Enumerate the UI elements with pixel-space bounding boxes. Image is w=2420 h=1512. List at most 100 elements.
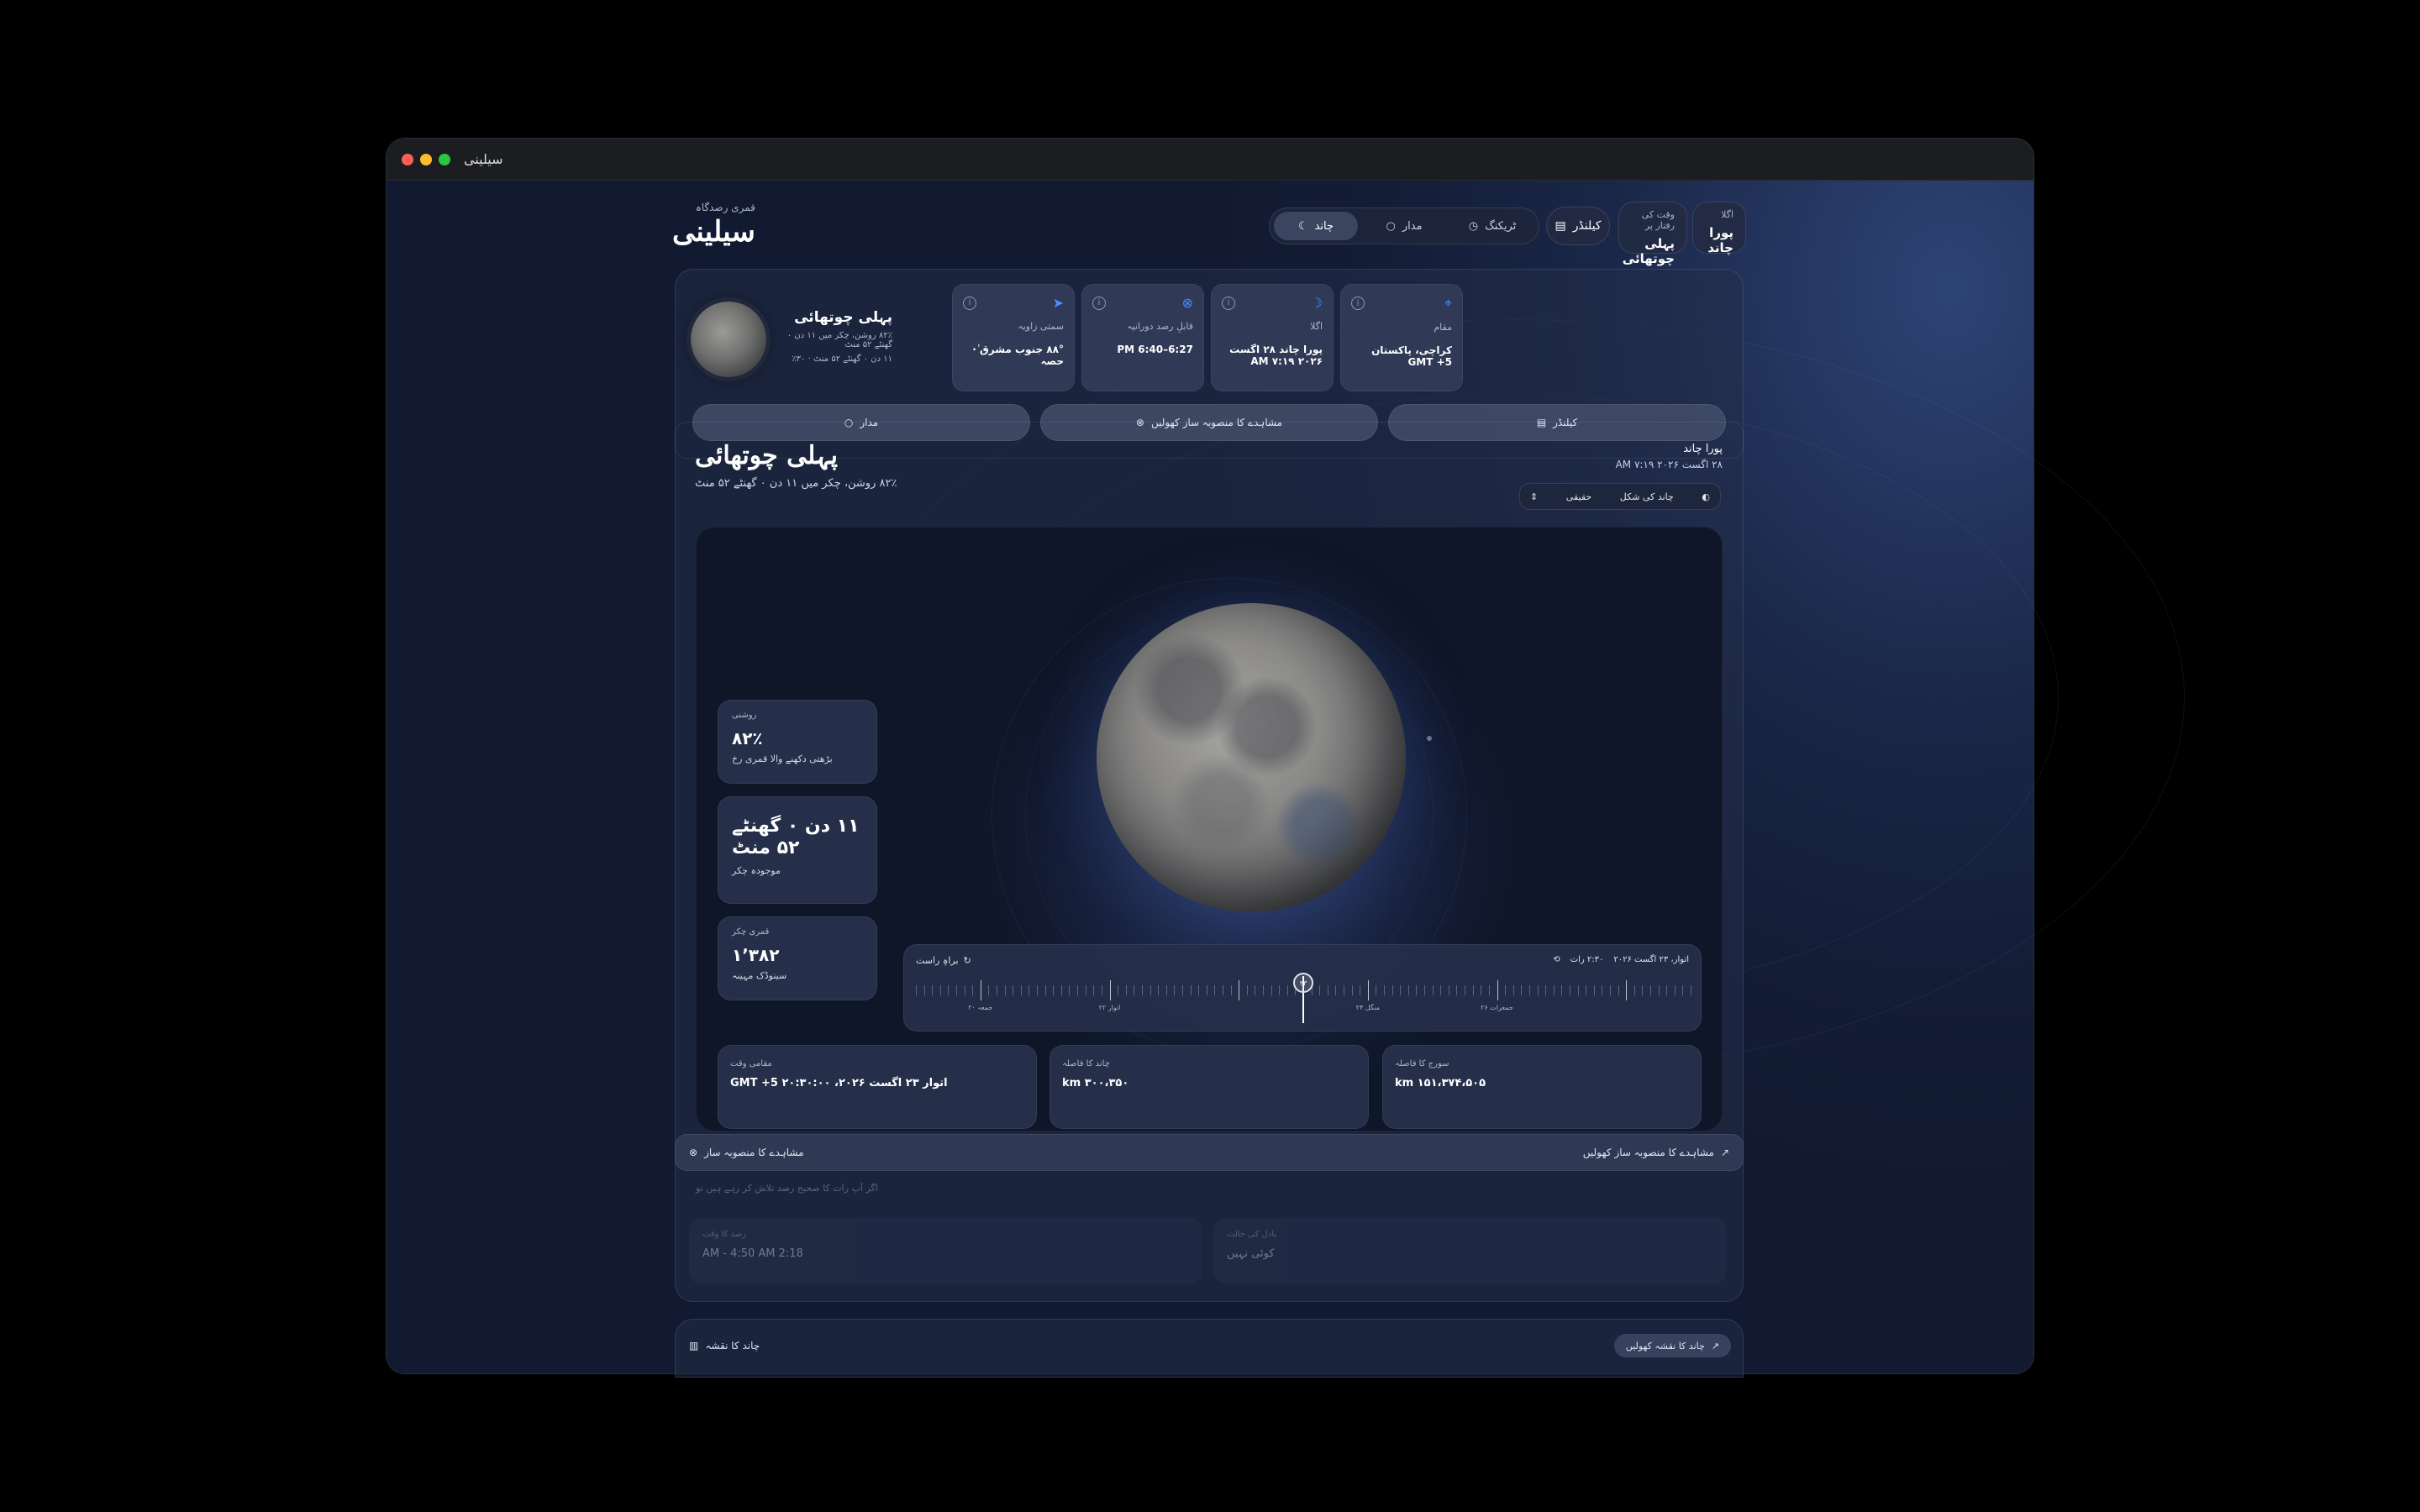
current-phase-box[interactable]: وقت کی رفتار پر پہلی چوتھائی [1618, 202, 1687, 266]
timeline-tick [1545, 985, 1547, 995]
timeline-tick [1440, 985, 1442, 995]
tab-orbit-label: مدار [1402, 219, 1423, 233]
timeline-tick [1658, 985, 1660, 995]
timeline-tick [1165, 985, 1167, 995]
timeline-tick [1230, 985, 1232, 995]
timeline-tick [1400, 985, 1402, 995]
timeline-tick [1642, 985, 1644, 995]
main-phase-title: پہلی چوتھائی [695, 441, 839, 470]
tab-orbit[interactable]: ○ مدار [1362, 212, 1446, 240]
brand-subtitle: قمری رصدگاہ [695, 202, 755, 213]
timeline-tick [1319, 985, 1321, 995]
brand: قمری رصدگاہ سیلینی [672, 202, 755, 249]
timeline-tick [1392, 985, 1393, 995]
info-card-next[interactable]: ☽ i اگلا پورا چاند ۲۸ اگست ۲۰۲۶ AM ۷:۱۹ [1211, 284, 1334, 391]
moon-style-select-value: حقیقی [1565, 491, 1592, 502]
timeline-tick [1044, 985, 1046, 995]
moon-map-title: چاند کا نقشہ [705, 1340, 760, 1352]
info-card-azimuth[interactable]: ➤ i سمتی زاویہ ۸۸° جنوب مشرق ٰ· حصہ [952, 284, 1075, 391]
stat-foot: بڑھتی دکھنے والا قمری رخ [732, 753, 833, 764]
timeline-readout: اتوار، ۲۳ اگست ۲۰۲۶ ۲:۳۰ رات ⟲ [1553, 955, 1689, 964]
sync-icon[interactable]: ⟲ [1553, 955, 1560, 964]
timeline-tick [939, 985, 941, 995]
timeline-tick-label: ۲۴ منگل [1355, 1004, 1380, 1011]
timeline-major-tick [1367, 980, 1369, 1000]
timeline-tick [1279, 985, 1281, 995]
timeline-tick [1553, 985, 1555, 995]
observation-window-label: رصد کا وقت [702, 1230, 747, 1239]
timeline-tick [1634, 985, 1635, 995]
moon-render[interactable] [1097, 603, 1406, 912]
calendar-icon: ▤ [1555, 219, 1566, 233]
open-moon-map-button[interactable]: چاند کا نقشہ کھولیں ↗ [1613, 1334, 1731, 1357]
chevron-updown-icon: ⇕ [1530, 491, 1539, 502]
timeline-tick [1262, 985, 1264, 995]
info-card-value: ۸۸° جنوب مشرق ٰ· حصہ [972, 344, 1064, 367]
info-card-location[interactable]: ⌖ i مقام کراچی، پاکستان GMT +5 [1340, 284, 1463, 391]
timeline-tick [948, 985, 950, 995]
brand-name: سیلینی [672, 215, 755, 249]
timeline-tick [1488, 985, 1490, 995]
zoom-window-button[interactable] [439, 154, 450, 165]
next-phase-box-value: پورا چاند [1707, 225, 1733, 255]
timeline-tick [1351, 985, 1353, 995]
timeline-tick [1593, 985, 1595, 995]
moon-style-select-label: چاند کی شکل [1619, 491, 1674, 502]
timeline-tick [1093, 985, 1095, 995]
info-icon[interactable]: i [1092, 296, 1106, 310]
timeline-tick [1069, 985, 1071, 995]
timeline-tick [1384, 985, 1386, 995]
live-button[interactable]: ↻ براہِ راست [916, 955, 971, 966]
timeline-tick [923, 985, 925, 995]
contrast-icon: ◐ [1702, 491, 1710, 502]
clock-icon: ◷ [1468, 219, 1479, 233]
orbit-marker [1427, 736, 1432, 741]
info-icon[interactable]: i [1351, 297, 1365, 310]
timeline-tick [1424, 985, 1426, 995]
timeline-tick [1674, 985, 1676, 995]
current-phase-box-label: وقت کی رفتار پر [1641, 209, 1675, 231]
timeline-tick [1521, 985, 1523, 995]
next-phase-box[interactable]: اگلا پورا چاند [1692, 202, 1746, 255]
timeline-tick [1666, 985, 1668, 995]
timeline-tick [932, 985, 934, 995]
timeline-tick-label: ۲۲ اتوار [1098, 1004, 1121, 1011]
observation-window-value: 2:18 AM - 4:50 AM [702, 1247, 803, 1260]
timeline-tick [1125, 985, 1127, 995]
orbit-icon: ○ [1386, 219, 1396, 233]
timeline-major-tick [1497, 980, 1498, 1000]
stat-card-illumination: روشنی ۸۲٪ بڑھتی دکھنے والا قمری رخ [718, 700, 877, 784]
info-icon[interactable]: i [1222, 296, 1235, 310]
info-icon[interactable]: i [963, 296, 976, 310]
tab-moon[interactable]: ☾ چاند [1274, 212, 1358, 240]
timeline-date: اتوار، ۲۳ اگست ۲۰۲۶ [1613, 955, 1689, 964]
timeline-tick [1528, 985, 1530, 995]
tab-tracking[interactable]: ◷ ٹریکنگ [1450, 212, 1534, 240]
window-title: سیلینی [464, 151, 503, 167]
open-planner-link[interactable]: مشاہدے کا منصوبہ ساز کھولیں ↗ [1583, 1147, 1729, 1158]
moon-thumbnail [691, 302, 766, 377]
close-window-button[interactable] [402, 154, 413, 165]
moon-up-icon: ☽ [1310, 295, 1323, 311]
info-card-visibility[interactable]: ⊗ i قابلِ رصد دورانیہ 6:27–6:40 PM [1081, 284, 1204, 391]
binoculars-icon: ⊗ [689, 1147, 698, 1158]
timeline-tick [1004, 985, 1006, 995]
info-card-label: اگلا [1310, 321, 1323, 332]
timeline-tick [1682, 985, 1684, 995]
calendar-button[interactable]: ▤ کیلنڈر [1546, 207, 1610, 245]
next-phase-info: پورا چاند ۲۸ اگست ۲۰۲۶ AM ۷:۱۹ [1521, 443, 1723, 470]
timeline-tick [1181, 985, 1183, 995]
phase-summary-line2: ۱۱ دن ۰ گھنٹے ۵۲ منٹ · ۳۰٪ [792, 354, 892, 364]
timeline-tick [1053, 985, 1055, 995]
stat-label: روشنی [732, 711, 757, 720]
timeline-tick [1505, 985, 1507, 995]
external-link-icon: ↗ [1720, 1147, 1729, 1158]
visibility-card: بادل کی حالت کوئی نہیں [1213, 1218, 1726, 1284]
timeline-cursor-knob[interactable]: ۲۳ [1293, 973, 1313, 993]
minimize-window-button[interactable] [420, 154, 432, 165]
moon-style-select[interactable]: ◐ چاند کی شکل حقیقی ⇕ [1519, 483, 1721, 510]
timeline-tick [1537, 985, 1539, 995]
timeline-tick [1286, 985, 1288, 995]
calendar-button-label: کیلنڈر [1572, 219, 1602, 233]
tab-moon-label: چاند [1314, 219, 1334, 233]
